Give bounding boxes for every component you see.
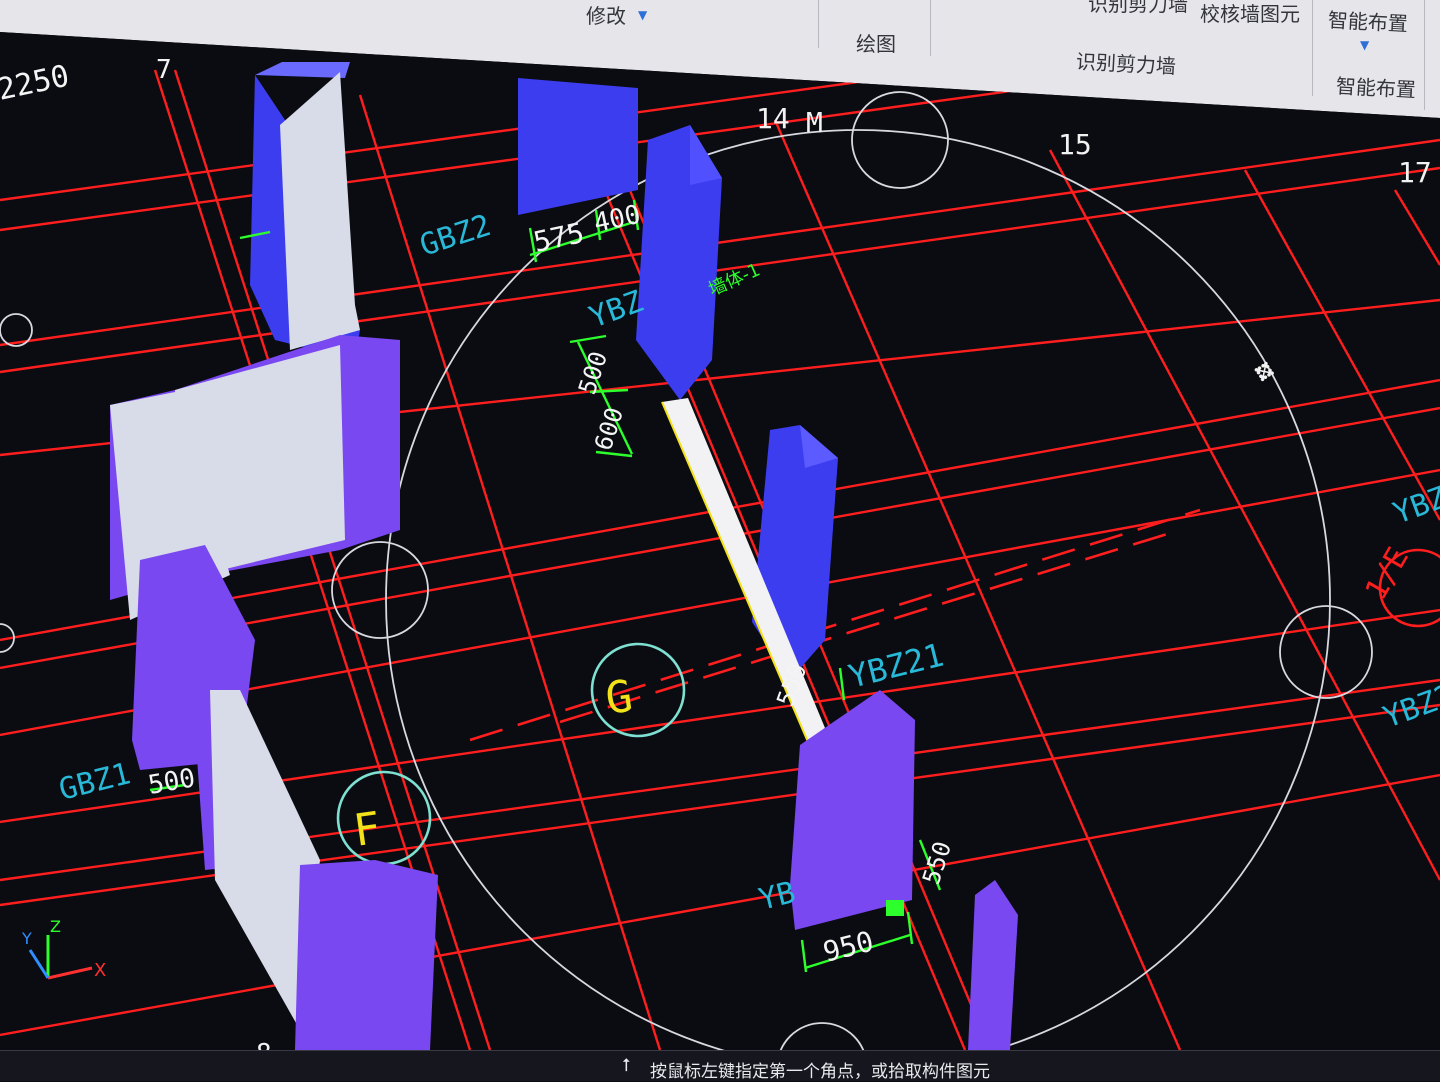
axis-label-14: 14 bbox=[756, 102, 790, 135]
axis-label-M: M bbox=[806, 106, 823, 139]
cad-viewport[interactable]: 575 400 500 600 550 550 950 500 2250 7 1… bbox=[0, 0, 1440, 1080]
svg-text:Y: Y bbox=[21, 929, 32, 948]
command-prompt: 按鼠标左键指定第一个角点，或拾取构件图元 bbox=[650, 1062, 990, 1082]
svg-text:Z: Z bbox=[50, 917, 61, 936]
axis-label-7: 7 bbox=[156, 55, 172, 85]
wall-column-bottom-left[interactable] bbox=[295, 860, 438, 1050]
axis-label-17: 17 bbox=[1398, 156, 1432, 189]
wall-column-bottom-right[interactable] bbox=[968, 880, 1018, 1050]
mouse-prompt-icon: ⭡ bbox=[622, 1055, 631, 1076]
axis-label-15: 15 bbox=[1058, 128, 1092, 161]
grip-point[interactable] bbox=[886, 900, 904, 916]
status-bar: ⭡ 按鼠标左键指定第一个角点，或拾取构件图元 bbox=[0, 1050, 1440, 1082]
svg-text:X: X bbox=[94, 960, 106, 981]
